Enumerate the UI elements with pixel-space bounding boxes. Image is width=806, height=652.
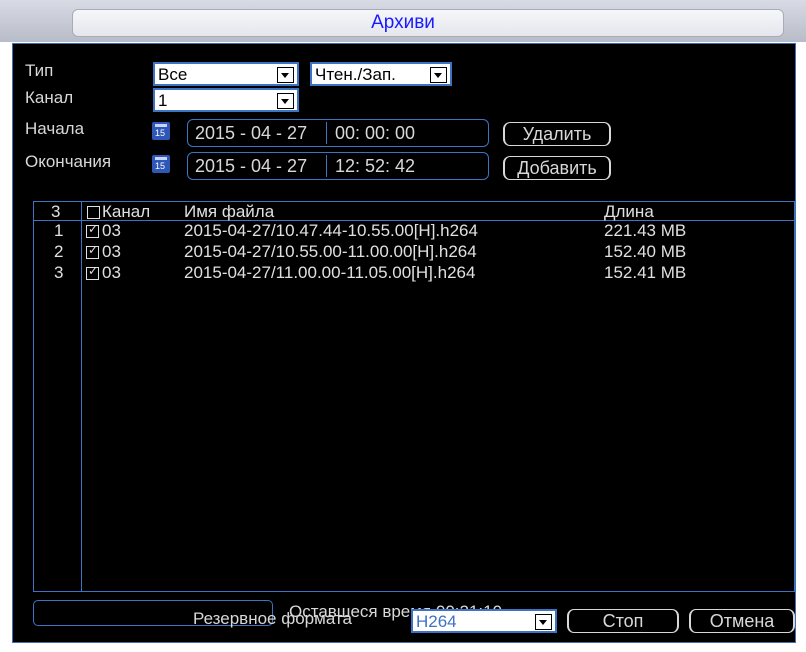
header-filename: Имя файла (184, 202, 275, 221)
end-label: Окончания (25, 152, 112, 171)
chevron-down-icon (277, 67, 294, 83)
row-filename[interactable]: 2015-04-27/10.55.00-11.00.00[H].h264 (184, 242, 477, 262)
format-select[interactable]: H264 (411, 609, 557, 633)
select-all-checkbox[interactable] (87, 206, 100, 219)
row-channel[interactable]: 03 (102, 242, 121, 262)
header-length: Длина (604, 202, 654, 221)
delete-button[interactable]: Удалить (503, 122, 611, 146)
row-index: 1 (54, 221, 64, 240)
header-channel: Канал (102, 202, 151, 221)
type-label: Тип (25, 61, 54, 80)
window-title: Архиви (371, 12, 435, 33)
mode-select-value: Чтен./Зап. (315, 65, 396, 84)
dialog-body: Тип Все Чтен./Зап. Канал 1 Начала 2015 -… (12, 43, 796, 643)
header-count: 3 (51, 202, 61, 221)
cancel-button[interactable]: Отмена (689, 609, 795, 633)
date-time-divider (326, 155, 327, 177)
start-date[interactable]: 2015 - 04 - 27 (195, 123, 307, 144)
mode-select[interactable]: Чтен./Зап. (310, 62, 452, 86)
row-channel[interactable]: 03 (102, 221, 121, 241)
row-length[interactable]: 152.40 MB (604, 242, 686, 262)
row-length[interactable]: 152.41 MB (604, 263, 686, 283)
row-length[interactable]: 221.43 MB (604, 221, 686, 241)
row-index: 3 (54, 263, 64, 282)
type-select[interactable]: Все (153, 62, 299, 86)
file-table: 3 Канал Имя файла Длина 1 03 2015-04-27/… (33, 201, 795, 592)
chevron-down-icon (277, 93, 294, 109)
channel-select[interactable]: 1 (153, 88, 299, 112)
start-label: Начала (25, 119, 85, 138)
start-time[interactable]: 00: 00: 00 (335, 123, 415, 144)
format-select-value: H264 (416, 612, 457, 631)
row-checkbox[interactable] (86, 243, 99, 259)
chevron-down-icon (430, 67, 447, 83)
row-filename[interactable]: 2015-04-27/10.47.44-10.55.00[H].h264 (184, 221, 478, 241)
end-datetime-field[interactable]: 2015 - 04 - 27 12: 52: 42 (187, 152, 489, 180)
archive-window: Архиви Тип Все Чтен./Зап. Канал 1 Начала… (0, 0, 806, 652)
channel-select-value: 1 (158, 91, 168, 110)
end-time[interactable]: 12: 52: 42 (335, 156, 415, 177)
chevron-down-icon (535, 614, 552, 630)
format-label: Резервное формата (193, 609, 352, 628)
row-index: 2 (54, 242, 64, 261)
end-date[interactable]: 2015 - 04 - 27 (195, 156, 307, 177)
calendar-icon[interactable] (152, 122, 170, 140)
row-filename[interactable]: 2015-04-27/11.00.00-11.05.00[H].h264 (184, 263, 475, 283)
calendar-icon[interactable] (152, 155, 170, 173)
stop-button[interactable]: Стоп (567, 609, 679, 633)
date-time-divider (326, 122, 327, 144)
channel-label: Канал (25, 88, 74, 107)
row-checkbox[interactable] (86, 222, 99, 238)
row-checkbox[interactable] (86, 264, 99, 280)
type-select-value: Все (158, 65, 188, 84)
add-button[interactable]: Добавить (503, 156, 611, 180)
start-datetime-field[interactable]: 2015 - 04 - 27 00: 00: 00 (187, 119, 489, 147)
row-channel[interactable]: 03 (102, 263, 121, 283)
column-divider (81, 202, 82, 591)
